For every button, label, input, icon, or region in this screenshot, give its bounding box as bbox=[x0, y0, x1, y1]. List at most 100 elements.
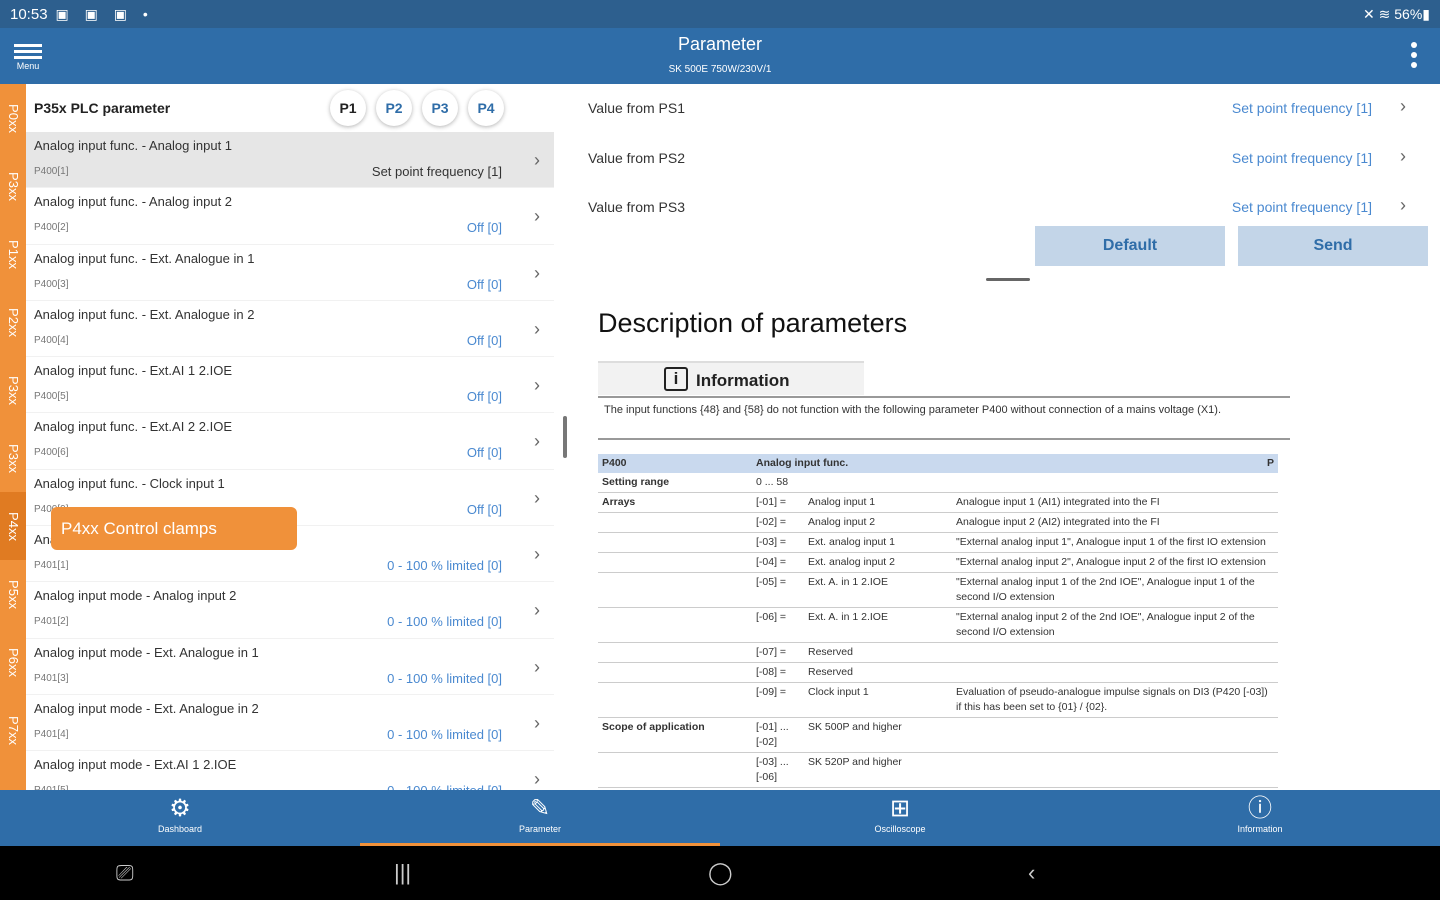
array-description: "External analog input 2 of the 2nd IOE"… bbox=[952, 607, 1278, 643]
notification-icons: ▣ ▣ ▣ • bbox=[55, 5, 154, 22]
parameter-row[interactable]: Analog input mode - Ext.AI 1 2.IOEP401[5… bbox=[26, 751, 554, 790]
set-p1-button[interactable]: P1 bbox=[330, 90, 366, 126]
ps3-value: Set point frequency [1] bbox=[1231, 199, 1372, 215]
nav-oscilloscope[interactable]: ⊞ Oscilloscope bbox=[720, 790, 1080, 846]
parameter-name: Analog input func. - Ext.AI 1 2.IOE bbox=[34, 363, 232, 379]
parameter-value: Set point frequency [1] bbox=[371, 164, 502, 179]
parameter-list-panel: P35x PLC parameter P1 P2 P3 P4 Analog in… bbox=[26, 84, 554, 790]
list-scrollbar[interactable] bbox=[563, 416, 567, 458]
parameter-value: 0 - 100 % limited [0] bbox=[387, 783, 502, 790]
parameter-name: Analog input mode - Ext. Analogue in 2 bbox=[34, 700, 259, 716]
tab-label: P1xx bbox=[5, 239, 21, 269]
array-index: [-07] = bbox=[752, 642, 804, 663]
tab-p3xx-c[interactable]: P3xx bbox=[0, 424, 26, 492]
overflow-menu-icon[interactable] bbox=[1410, 42, 1418, 70]
status-time: 10:53 bbox=[10, 5, 48, 23]
tab-label: P3xx bbox=[5, 375, 21, 405]
scope-range: [-03] ... [-06] bbox=[752, 752, 804, 788]
tab-p5xx[interactable]: P5xx bbox=[0, 560, 26, 628]
tab-label: P7xx bbox=[5, 715, 21, 745]
set-p2-button[interactable]: P2 bbox=[376, 90, 412, 126]
parameter-name: Analog input func. - Ext.AI 2 2.IOE bbox=[34, 419, 232, 435]
parameter-group-tabs: P0xx P3xx P1xx P2xx P3xx P3xx P4xx P5xx … bbox=[0, 84, 26, 790]
parameter-code: P401[4] bbox=[34, 728, 69, 740]
ps2-row[interactable]: Value from PS2 Set point frequency [1] › bbox=[588, 138, 1428, 178]
tab-p1xx[interactable]: P1xx bbox=[0, 220, 26, 288]
parameter-row[interactable]: Analog input func. - Ext.AI 2 2.IOE P400[… bbox=[26, 413, 554, 470]
app-bar: Menu Parameter SK 500E 750W/230V/1 bbox=[0, 28, 1440, 84]
parameter-row[interactable]: Analog input func. - Ext.AI 1 2.IOE P400[… bbox=[26, 357, 554, 414]
array-name: Ext. A. in 1 2.IOE bbox=[804, 607, 952, 643]
screenshot-icon[interactable]: ⎚ bbox=[116, 860, 134, 886]
tab-p4xx[interactable]: P4xx bbox=[0, 492, 26, 560]
array-description: Evaluation of pseudo-analogue impulse si… bbox=[952, 682, 1278, 718]
array-index: [-09] = bbox=[752, 682, 804, 718]
information-header: i Information bbox=[598, 361, 864, 395]
tab-p6xx[interactable]: P6xx bbox=[0, 628, 26, 696]
parameter-row[interactable]: Analog input mode - Ext. Analogue in 1 P4… bbox=[26, 639, 554, 695]
array-name: Clock input 1 bbox=[804, 682, 952, 718]
parameter-code: P400[5] bbox=[34, 391, 69, 403]
set-p4-button[interactable]: P4 bbox=[468, 90, 504, 126]
tab-label: P0xx bbox=[5, 103, 21, 133]
divider bbox=[598, 396, 1290, 398]
parameter-row[interactable]: Analog input func. - Ext. Analogue in 2 P… bbox=[26, 301, 554, 358]
parameter-value: 0 - 100 % limited [0] bbox=[387, 614, 502, 630]
parameter-code: P401[1] bbox=[34, 560, 69, 572]
parameter-name: Analog input func. - Ext. Analogue in 2 bbox=[34, 306, 255, 322]
nav-label: Parameter bbox=[518, 824, 562, 834]
parameter-value: 0 - 100 % limited [0] bbox=[387, 670, 502, 686]
parameter-code: P400[1] bbox=[34, 166, 69, 177]
chevron-right-icon: › bbox=[1400, 96, 1406, 116]
nav-information[interactable]: ⓘ Information bbox=[1080, 790, 1440, 846]
nav-parameter[interactable]: ✎ Parameter bbox=[360, 790, 720, 846]
tab-p7xx[interactable]: P7xx bbox=[0, 696, 26, 764]
parameter-name: Analog input func. - Ext. Analogue in 1 bbox=[34, 250, 255, 266]
oscilloscope-icon: ⊞ bbox=[889, 795, 911, 822]
table-header-row: P400 Analog input func. P bbox=[598, 454, 1278, 473]
description-panel: Description of parameters i Information … bbox=[588, 298, 1440, 790]
ps2-label: Value from PS2 bbox=[588, 150, 686, 166]
parameter-row[interactable]: Analog input func. - Analog input 1 P400[… bbox=[26, 132, 554, 189]
home-icon[interactable]: ◯ bbox=[708, 860, 733, 886]
nav-dashboard[interactable]: ⚙ Dashboard bbox=[0, 790, 360, 846]
ps1-row[interactable]: Value from PS1 Set point frequency [1] › bbox=[588, 88, 1428, 128]
scope-label: Scope of application bbox=[598, 717, 752, 753]
parameter-name: Analog input func. - Analog input 2 bbox=[34, 194, 233, 210]
tab-p0xx[interactable]: P0xx bbox=[0, 84, 26, 152]
tab-label: P6xx bbox=[5, 647, 21, 677]
default-button[interactable]: Default bbox=[1035, 226, 1225, 266]
parameter-value: Off [0] bbox=[466, 501, 502, 517]
parameter-row[interactable]: Analog input func. - Analog input 2 P400[… bbox=[26, 188, 554, 245]
recents-icon[interactable]: ||| bbox=[394, 860, 411, 886]
set-p3-button[interactable]: P3 bbox=[422, 90, 458, 126]
table-row: [-08] = Reserved bbox=[598, 662, 1278, 683]
chevron-right-icon: › bbox=[534, 150, 540, 170]
scope-text: SK 500P and higher bbox=[804, 717, 1278, 753]
array-index: [-04] = bbox=[752, 552, 804, 573]
ps3-row[interactable]: Value from PS3 Set point frequency [1] › bbox=[588, 187, 1428, 227]
send-button[interactable]: Send bbox=[1238, 226, 1428, 266]
array-index: [-03] = bbox=[752, 532, 804, 553]
param-name: Analog input func. bbox=[752, 454, 952, 473]
list-title: P35x PLC parameter bbox=[34, 100, 171, 116]
back-icon[interactable]: ‹ bbox=[1028, 860, 1035, 886]
scope-range: [-01] ... [-02] bbox=[752, 717, 804, 753]
status-bar: 10:53 ▣ ▣ ▣ • ✕ ≋ 56%▮ bbox=[0, 0, 1440, 28]
nav-label: Dashboard bbox=[157, 824, 203, 834]
array-name: Reserved bbox=[804, 642, 952, 663]
resize-handle[interactable] bbox=[986, 278, 1030, 281]
tab-p3xx-b[interactable]: P3xx bbox=[0, 356, 26, 424]
chevron-right-icon: › bbox=[534, 487, 540, 508]
tab-p2xx[interactable]: P2xx bbox=[0, 288, 26, 356]
information-text: The input functions {48} and {58} do not… bbox=[604, 404, 1222, 416]
chevron-right-icon: › bbox=[534, 318, 540, 339]
parameter-row[interactable]: Analog input func. - Ext. Analogue in 1 P… bbox=[26, 245, 554, 301]
parameter-row[interactable]: Analog input mode - Analog input 2 P401[2… bbox=[26, 582, 554, 639]
chevron-right-icon: › bbox=[534, 375, 540, 396]
chevron-right-icon: › bbox=[1400, 146, 1406, 166]
parameter-row[interactable]: Analog input mode - Ext. Analogue in 2 P4… bbox=[26, 695, 554, 752]
tab-p3xx-a[interactable]: P3xx bbox=[0, 152, 26, 220]
parameter-value: Off [0] bbox=[466, 389, 502, 405]
table-row: [-03] ... [-06] SK 520P and higher bbox=[598, 752, 1278, 788]
